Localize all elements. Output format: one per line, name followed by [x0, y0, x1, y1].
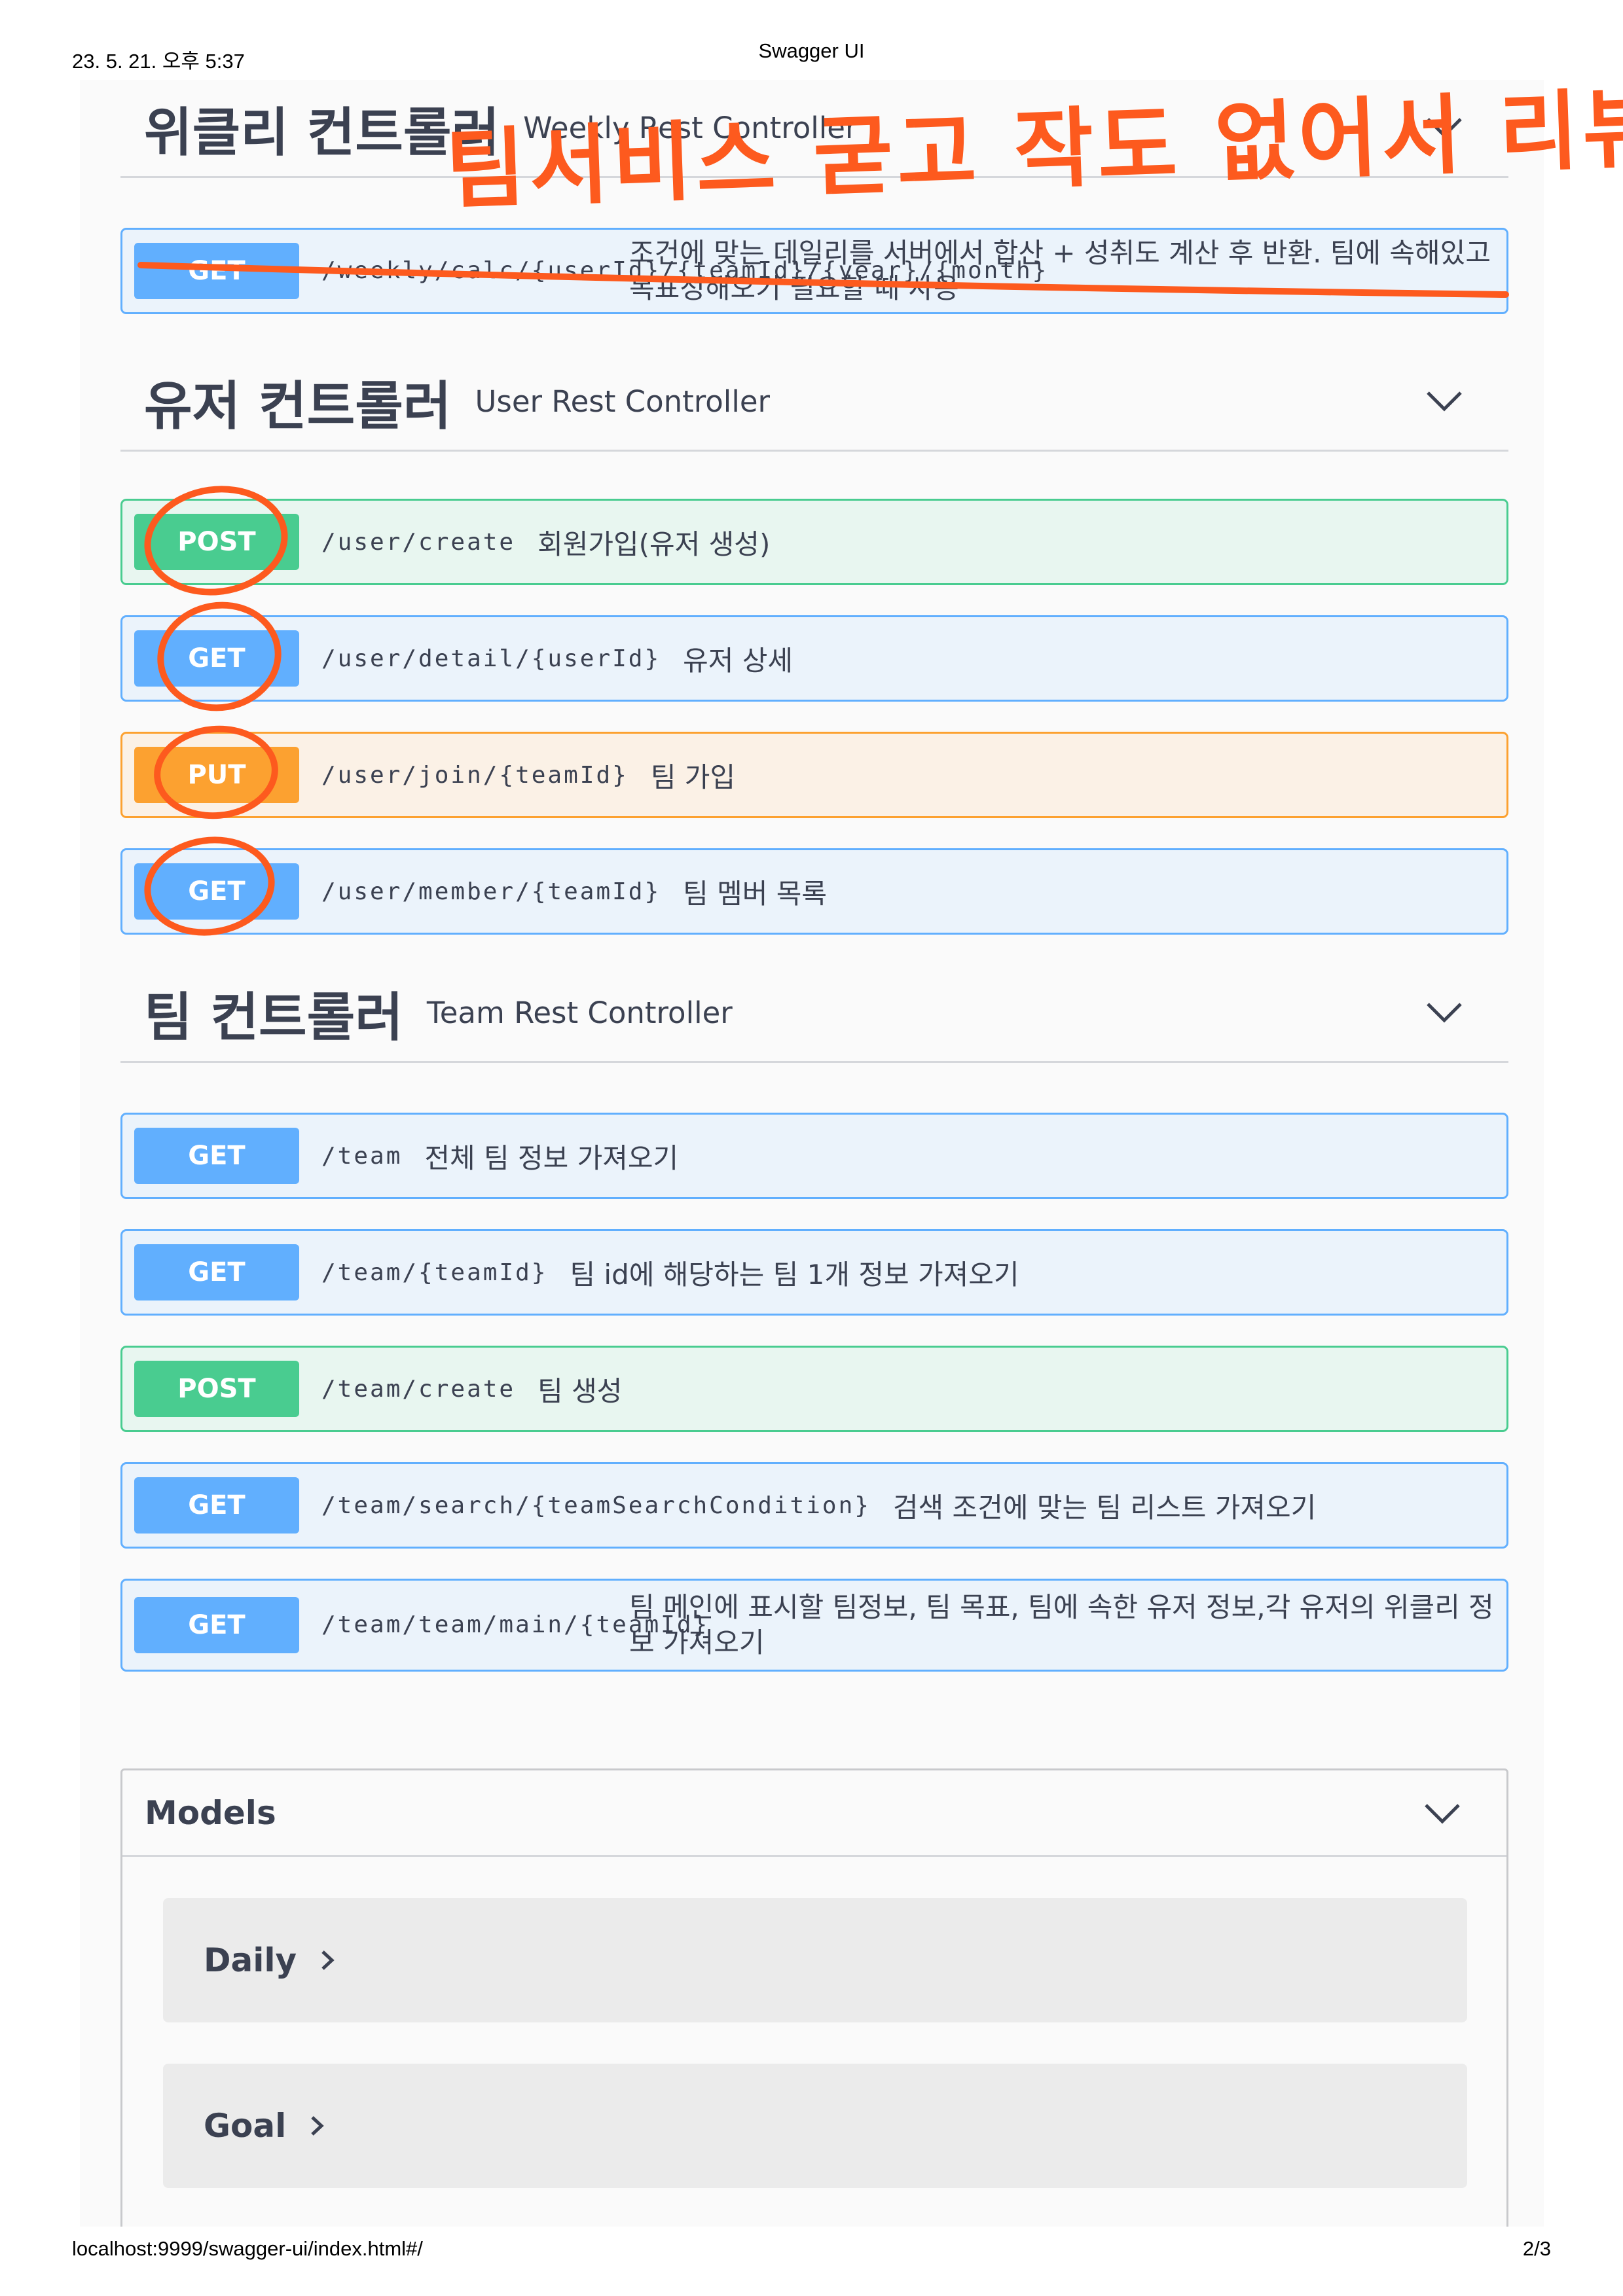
- section-title-en: Weekly Rest Controller: [523, 111, 858, 145]
- operation-path: /team/{teamId}: [321, 1259, 548, 1286]
- section-weekly-header[interactable]: 위클리 컨트롤러 Weekly Rest Controller: [120, 80, 1508, 178]
- operation-path: /team/search/{teamSearchCondition}: [321, 1492, 871, 1519]
- print-page-title: Swagger UI: [758, 39, 865, 62]
- method-badge: GET: [134, 1128, 299, 1184]
- operation-description: 조건에 맞는 데일리를 서버에서 합산 + 성취도 계산 후 반환. 팀에 속해…: [629, 237, 1491, 304]
- operation-path: /user/join/{teamId}: [321, 761, 629, 789]
- swagger-page: 위클리 컨트롤러 Weekly Rest Controller GET /wee…: [80, 80, 1544, 2227]
- method-badge: POST: [134, 1361, 299, 1417]
- section-title-ko: 팀 컨트롤러: [144, 986, 403, 1048]
- models-header[interactable]: Models: [122, 1770, 1506, 1857]
- operation-path: /team/create: [321, 1375, 516, 1403]
- models-panel: Models Daily Goal: [120, 1768, 1508, 2227]
- operation-description: 팀 멤버 목록: [683, 877, 828, 910]
- section-title-ko: 유저 컨트롤러: [144, 375, 452, 437]
- section-title-ko: 위클리 컨트롤러: [144, 101, 500, 163]
- operation-user-detail[interactable]: GET /user/detail/{userId} 유저 상세: [120, 615, 1508, 702]
- operation-team-detail[interactable]: GET /team/{teamId} 팀 id에 해당하는 팀 1개 정보 가져…: [120, 1229, 1508, 1316]
- model-name: Goal: [204, 2107, 287, 2145]
- operation-weekly-calc[interactable]: GET /weekly/calc/{userId}/{teamId}/{year…: [120, 228, 1508, 314]
- chevron-down-icon[interactable]: [1426, 116, 1463, 139]
- method-badge: GET: [134, 1477, 299, 1534]
- section-team-header[interactable]: 팀 컨트롤러 Team Rest Controller: [120, 965, 1508, 1063]
- chevron-right-icon: [321, 1950, 335, 1970]
- models-title: Models: [145, 1793, 276, 1832]
- model-goal[interactable]: Goal: [163, 2064, 1467, 2188]
- operation-path: /team: [321, 1142, 403, 1170]
- method-badge: GET: [134, 1597, 299, 1653]
- method-badge: GET: [134, 863, 299, 920]
- operation-path: /weekly/calc/{userId}/{teamId}/{year}/{m…: [321, 257, 1049, 284]
- operation-team-main[interactable]: GET /team/team/main/{teamId} 팀 메인에 표시할 팀…: [120, 1579, 1508, 1672]
- operation-description: 전체 팀 정보 가져오기: [424, 1141, 679, 1174]
- operation-team-list[interactable]: GET /team 전체 팀 정보 가져오기: [120, 1113, 1508, 1199]
- operation-team-create[interactable]: POST /team/create 팀 생성: [120, 1346, 1508, 1432]
- operation-description: 팀 생성: [538, 1374, 623, 1407]
- method-badge: GET: [134, 243, 299, 299]
- model-name: Daily: [204, 1941, 297, 1979]
- operation-team-search[interactable]: GET /team/search/{teamSearchCondition} 검…: [120, 1462, 1508, 1549]
- operation-path: /user/create: [321, 528, 516, 556]
- operation-description: 팀 id에 해당하는 팀 1개 정보 가져오기: [570, 1258, 1019, 1291]
- chevron-right-icon: [311, 2116, 324, 2136]
- chevron-down-icon[interactable]: [1424, 1802, 1461, 1825]
- operation-path: /user/member/{teamId}: [321, 878, 661, 905]
- operation-user-create[interactable]: POST /user/create 회원가입(유저 생성): [120, 499, 1508, 585]
- print-url: localhost:9999/swagger-ui/index.html#/: [72, 2237, 423, 2260]
- print-page-number: 2/3: [1522, 2237, 1551, 2260]
- method-badge: PUT: [134, 747, 299, 803]
- model-daily[interactable]: Daily: [163, 1898, 1467, 2022]
- operation-description: 회원가입(유저 생성): [538, 528, 771, 560]
- method-badge: GET: [134, 630, 299, 687]
- operation-description: 팀 메인에 표시할 팀정보, 팀 목표, 팀에 속한 유저 정보,각 유저의 위…: [629, 1591, 1494, 1659]
- chevron-down-icon[interactable]: [1426, 1001, 1463, 1024]
- section-user-header[interactable]: 유저 컨트롤러 User Rest Controller: [120, 353, 1508, 452]
- method-badge: POST: [134, 514, 299, 570]
- chevron-down-icon[interactable]: [1426, 389, 1463, 413]
- section-title-en: Team Rest Controller: [426, 996, 733, 1030]
- operation-path: /team/team/main/{teamId}: [321, 1611, 710, 1638]
- section-title-en: User Rest Controller: [475, 384, 771, 419]
- operation-description: 검색 조건에 맞는 팀 리스트 가져오기: [892, 1491, 1317, 1524]
- method-badge: GET: [134, 1244, 299, 1300]
- operation-user-member[interactable]: GET /user/member/{teamId} 팀 멤버 목록: [120, 848, 1508, 935]
- operation-path: /user/detail/{userId}: [321, 645, 661, 672]
- operation-user-join[interactable]: PUT /user/join/{teamId} 팀 가입: [120, 732, 1508, 818]
- operation-description: 유저 상세: [683, 644, 793, 677]
- operation-description: 팀 가입: [650, 761, 736, 793]
